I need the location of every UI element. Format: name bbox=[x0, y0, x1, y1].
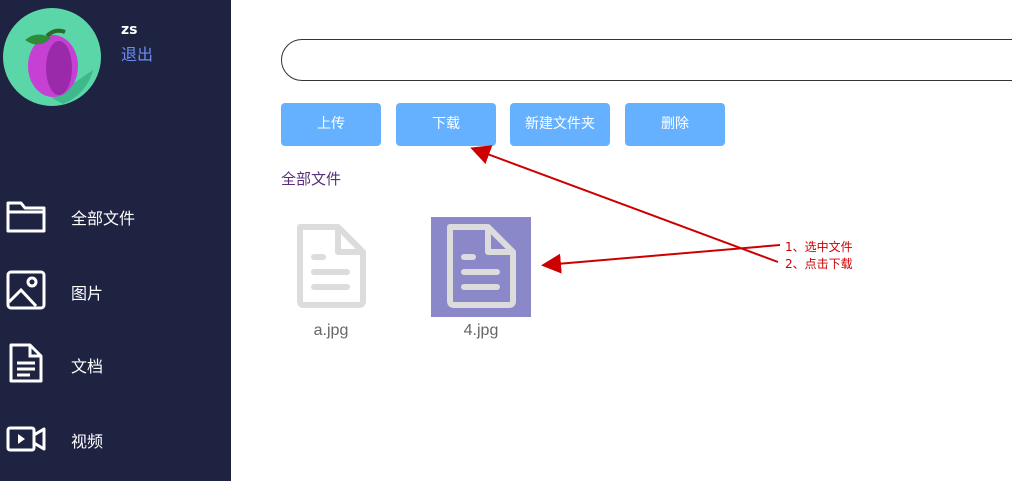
file-item[interactable]: a.jpg bbox=[281, 217, 381, 340]
sidebar-item-images[interactable]: 图片 bbox=[0, 265, 231, 315]
sidebar-item-label: 图片 bbox=[71, 284, 104, 303]
sidebar-item-label: 全部文件 bbox=[71, 209, 136, 228]
file-thumbnail bbox=[281, 217, 381, 317]
delete-button[interactable]: 删除 bbox=[625, 103, 725, 146]
sidebar-item-all-files[interactable]: 全部文件 bbox=[0, 190, 231, 240]
app-window: zs 退出 全部文件 图片 文档 视频 上传 下载 新建文件夹 删除 全部文件 … bbox=[0, 0, 1012, 481]
upload-button[interactable]: 上传 bbox=[281, 103, 381, 146]
sidebar-item-label: 文档 bbox=[71, 357, 104, 376]
document-icon bbox=[9, 343, 43, 383]
folder-icon bbox=[6, 201, 46, 233]
annotation-step2: 2、点击下载 bbox=[785, 257, 853, 271]
video-icon bbox=[6, 426, 46, 452]
file-thumbnail bbox=[431, 217, 531, 317]
file-name: 4.jpg bbox=[463, 322, 499, 339]
file-icon bbox=[297, 224, 366, 308]
annotation-step1: 1、选中文件 bbox=[785, 240, 853, 254]
search-input[interactable] bbox=[281, 39, 1012, 81]
username: zs bbox=[121, 22, 138, 38]
sidebar-item-label: 视频 bbox=[71, 432, 104, 451]
new-folder-button[interactable]: 新建文件夹 bbox=[510, 103, 610, 146]
avatar[interactable] bbox=[3, 8, 101, 106]
sidebar-item-documents[interactable]: 文档 bbox=[0, 338, 231, 388]
download-button[interactable]: 下载 bbox=[396, 103, 496, 146]
arrow-to-file bbox=[541, 244, 781, 274]
image-icon bbox=[6, 270, 46, 310]
sidebar: zs 退出 全部文件 图片 文档 视频 bbox=[0, 0, 231, 481]
sidebar-item-videos[interactable]: 视频 bbox=[0, 413, 231, 463]
breadcrumb[interactable]: 全部文件 bbox=[281, 168, 341, 189]
logout-link[interactable]: 退出 bbox=[121, 41, 153, 65]
file-name: a.jpg bbox=[313, 322, 349, 339]
file-item-selected[interactable]: 4.jpg bbox=[431, 217, 531, 340]
file-icon bbox=[447, 224, 516, 308]
